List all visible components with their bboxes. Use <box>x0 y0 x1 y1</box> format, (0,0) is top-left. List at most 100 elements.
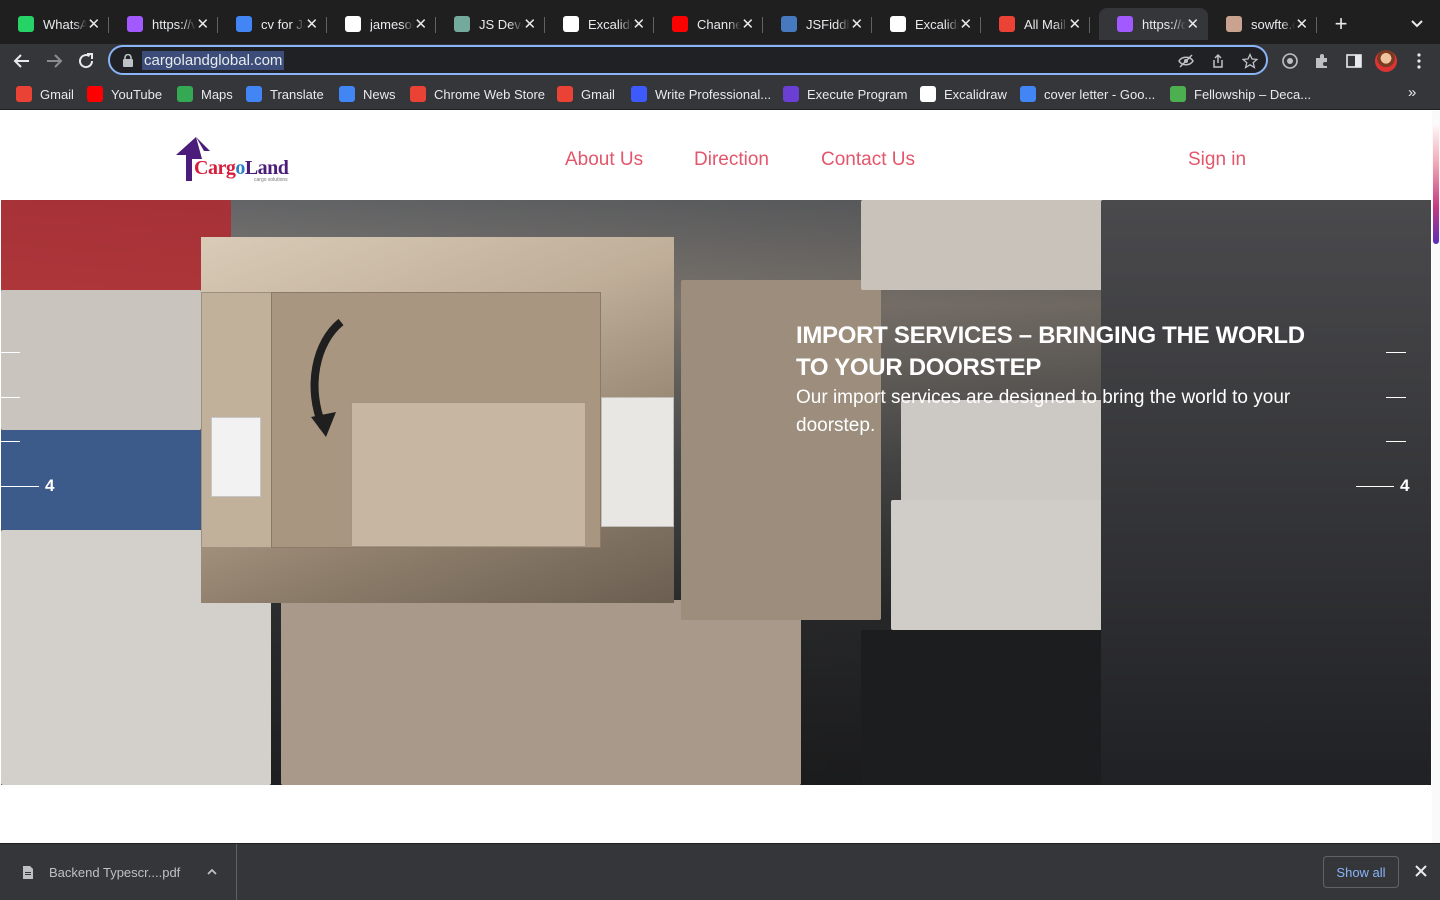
bg-box-top <box>861 200 1111 290</box>
tab-search-chevron-icon[interactable] <box>1408 14 1426 32</box>
eye-off-icon[interactable] <box>1178 53 1194 69</box>
tab-close-icon[interactable]: ✕ <box>305 15 320 33</box>
gmail-icon <box>16 86 32 102</box>
bg-box-blue <box>1 430 201 530</box>
tab-10[interactable]: https://cargo✕ <box>1099 8 1208 40</box>
github-icon <box>345 16 361 32</box>
slide-indicator-line[interactable] <box>1 441 20 442</box>
reload-icon <box>79 53 94 69</box>
bookmark-item[interactable]: cover letter - Goo... <box>1020 85 1155 103</box>
extension-target-icon[interactable] <box>1281 52 1299 70</box>
tab-2[interactable]: cv for James✕ <box>218 8 327 40</box>
bookmark-item[interactable]: Translate <box>246 85 324 103</box>
download-file-name[interactable]: Backend Typescr....pdf <box>49 865 180 880</box>
file-icon <box>23 866 33 879</box>
tab-7[interactable]: JSFiddle✕ <box>763 8 872 40</box>
bookmark-item[interactable]: Fellowship – Deca... <box>1170 85 1311 103</box>
cargoland-logo[interactable]: CargoLand cargo solutions <box>174 135 304 185</box>
bg-cage <box>1101 200 1431 785</box>
address-bar[interactable]: cargolandglobal.com <box>108 45 1268 75</box>
bookmark-label: Translate <box>270 86 324 102</box>
bookmarks-overflow-button[interactable]: » <box>1408 84 1416 101</box>
tab-1[interactable]: https://vercel✕ <box>109 8 218 40</box>
show-all-downloads-button[interactable]: Show all <box>1323 856 1399 888</box>
hero-title: IMPORT SERVICES – BRINGING THE WORLD TO … <box>796 322 1305 381</box>
forward-button[interactable] <box>41 48 67 74</box>
lock-icon[interactable] <box>122 54 134 67</box>
bookmark-label: cover letter - Goo... <box>1044 86 1156 102</box>
sign-in-link[interactable]: Sign in <box>1188 149 1246 171</box>
tab-close-icon[interactable]: ✕ <box>741 15 756 33</box>
bookmark-item[interactable]: Gmail <box>557 85 615 103</box>
tab-3[interactable]: jamesoh✕ <box>327 8 436 40</box>
extensions-puzzle-icon[interactable] <box>1313 52 1331 70</box>
tab-8[interactable]: Excalidraw✕ <box>872 8 981 40</box>
tab-title: Excalidraw <box>915 16 959 32</box>
tab-close-icon[interactable]: ✕ <box>959 15 974 33</box>
hero-inset-image <box>201 237 674 603</box>
slide-indicator-line[interactable] <box>1386 397 1406 398</box>
slide-indicator-active-line[interactable] <box>1356 486 1394 487</box>
nav-about-us[interactable]: About Us <box>565 149 643 171</box>
bookmark-star-icon[interactable] <box>1242 53 1258 69</box>
tab-close-icon[interactable]: ✕ <box>414 15 429 33</box>
nav-direction[interactable]: Direction <box>694 149 769 171</box>
url-text[interactable]: cargolandglobal.com <box>142 51 285 70</box>
execute-program-icon <box>783 86 799 102</box>
site-header: CargoLand cargo solutions About Us Direc… <box>0 111 1432 200</box>
bookmark-item[interactable]: Chrome Web Store <box>410 85 545 103</box>
slide-indicator-line[interactable] <box>1386 441 1406 442</box>
tab-5[interactable]: Excalidraw✕ <box>545 8 654 40</box>
bookmark-label: Write Professional... <box>655 86 772 102</box>
excalidraw-icon <box>890 16 906 32</box>
tab-close-icon[interactable]: ✕ <box>196 15 211 33</box>
page-scrollbar-thumb[interactable] <box>1433 121 1439 244</box>
bookmark-item[interactable]: Write Professional... <box>631 85 771 103</box>
tab-title: JS Developer <box>479 16 523 32</box>
tab-close-icon[interactable]: ✕ <box>1068 15 1083 33</box>
logo-globe: o <box>235 157 245 179</box>
reload-button[interactable] <box>73 48 99 74</box>
tab-close-icon[interactable]: ✕ <box>523 15 538 33</box>
share-icon[interactable] <box>1210 53 1226 69</box>
tab-0[interactable]: WhatsApp✕ <box>0 8 109 40</box>
tab-close-icon[interactable]: ✕ <box>632 15 647 33</box>
gmail-icon <box>557 86 573 102</box>
bookmark-item[interactable]: News <box>339 85 396 103</box>
forward-arrow-icon <box>47 54 63 68</box>
slide-indicator-line[interactable] <box>1 397 20 398</box>
back-button[interactable] <box>9 48 35 74</box>
profile-avatar[interactable] <box>1375 50 1397 72</box>
slide-number-right: 4 <box>1400 476 1410 495</box>
side-panel-icon[interactable] <box>1345 52 1363 70</box>
bookmark-item[interactable]: Gmail <box>16 85 74 103</box>
tab-close-icon[interactable]: ✕ <box>1186 15 1201 33</box>
sowfte-icon <box>1226 16 1242 32</box>
tab-title: JSFiddle <box>806 16 850 32</box>
slide-indicator-line[interactable] <box>1 352 20 353</box>
tab-9[interactable]: All Mail ✕ <box>981 8 1090 40</box>
slide-indicator-active-line[interactable] <box>1 486 39 487</box>
tab-6[interactable]: Channel✕ <box>654 8 763 40</box>
close-icon[interactable] <box>1414 864 1428 878</box>
bookmark-label: Maps <box>201 86 233 102</box>
new-tab-button[interactable]: + <box>1330 12 1352 36</box>
download-item[interactable]: Backend Typescr....pdf <box>0 844 237 900</box>
tab-11[interactable]: sowfte.com✕ <box>1208 8 1317 40</box>
bookmark-item[interactable]: Excalidraw <box>920 85 1007 103</box>
page-scrollbar[interactable] <box>1432 111 1440 843</box>
chevron-up-icon[interactable] <box>206 866 218 878</box>
bookmark-label: Excalidraw <box>944 86 1007 102</box>
tab-close-icon[interactable]: ✕ <box>850 15 865 33</box>
tab-close-icon[interactable]: ✕ <box>87 15 102 33</box>
tab-4[interactable]: JS Developer✕ <box>436 8 545 40</box>
excalidraw-icon <box>920 86 936 102</box>
tab-close-icon[interactable]: ✕ <box>1295 15 1310 33</box>
bookmark-item[interactable]: Execute Program <box>783 85 907 103</box>
nav-contact-us[interactable]: Contact Us <box>821 149 915 171</box>
slide-indicator-line[interactable] <box>1386 352 1406 353</box>
bookmark-item[interactable]: Maps <box>177 85 233 103</box>
back-arrow-icon <box>13 54 29 68</box>
bookmark-item[interactable]: YouTube <box>87 85 162 103</box>
more-menu-icon[interactable] <box>1410 52 1428 70</box>
